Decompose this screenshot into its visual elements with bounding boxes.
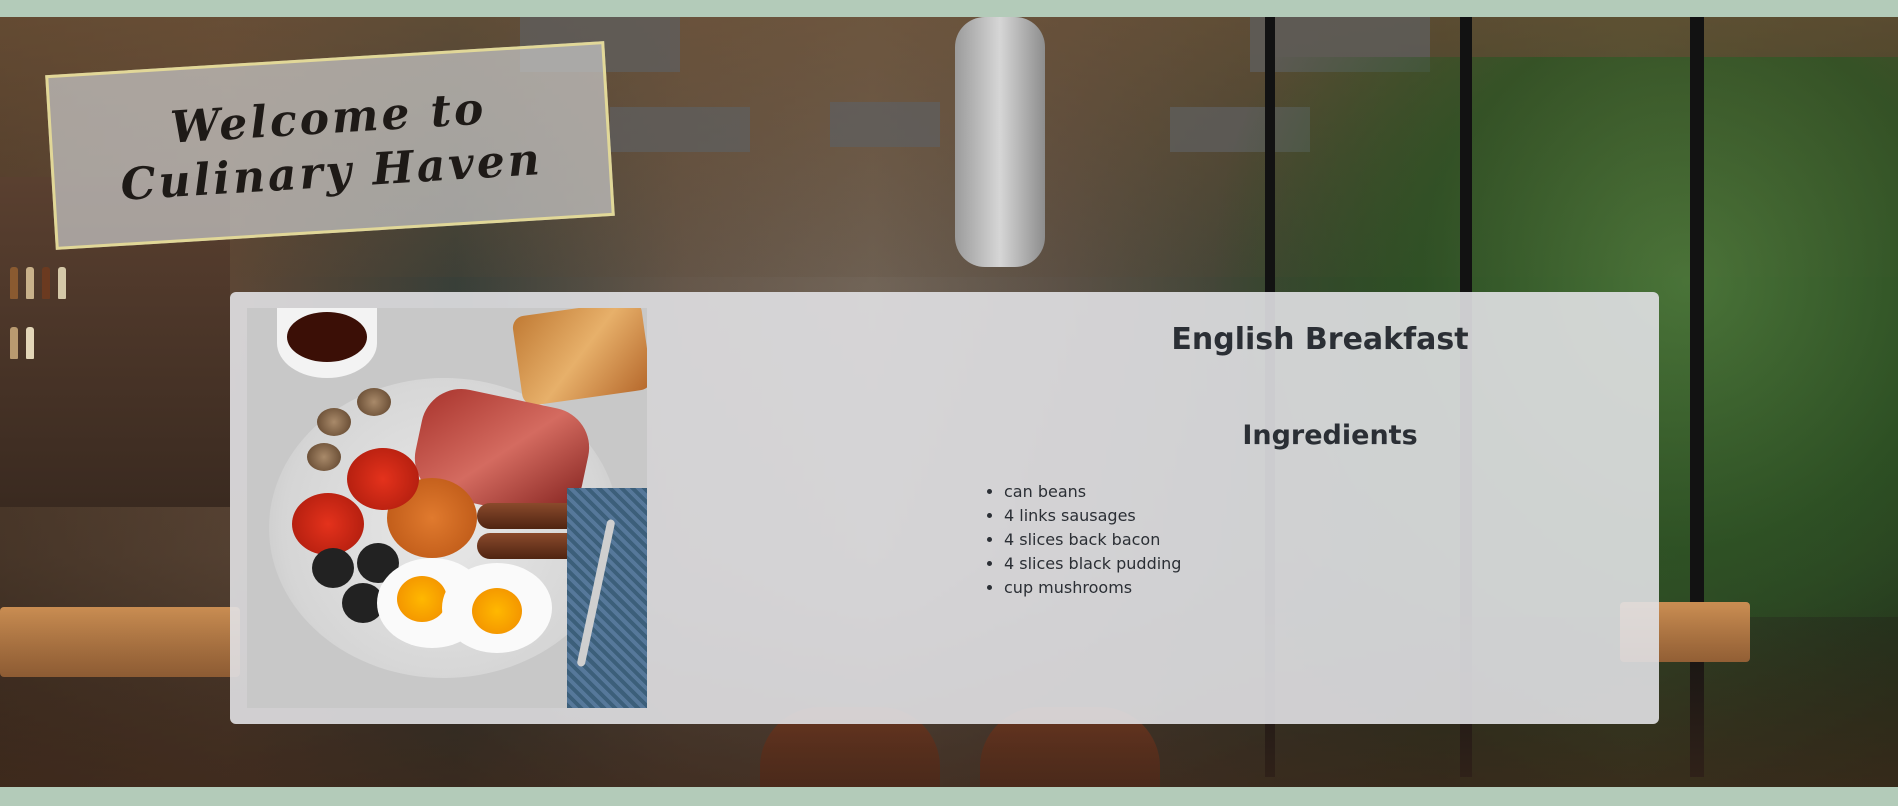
- bottle: [26, 267, 34, 299]
- black-pudding-shape: [312, 548, 354, 588]
- ingredient-item: 4 links sausages: [1004, 504, 1181, 528]
- welcome-banner: Welcome to Culinary Haven: [45, 41, 615, 250]
- tea-shape: [287, 312, 367, 362]
- recipe-title: English Breakfast: [1171, 322, 1469, 357]
- recipe-card: English Breakfast Ingredients can beans …: [230, 292, 1659, 724]
- ingredient-item: 4 slices back bacon: [1004, 528, 1181, 552]
- acoustic-panel: [830, 102, 940, 147]
- ingredient-item: 4 slices black pudding: [1004, 552, 1181, 576]
- acoustic-panel: [610, 107, 750, 152]
- yolk-shape: [472, 588, 522, 634]
- ingredient-item: can beans: [1004, 480, 1181, 504]
- ingredient-item: cup mushrooms: [1004, 576, 1181, 600]
- tomato-shape: [292, 493, 364, 555]
- mushroom-shape: [317, 408, 351, 436]
- mushroom-shape: [307, 443, 341, 471]
- bottle: [10, 327, 18, 359]
- bottle: [10, 267, 18, 299]
- ingredients-list: can beans 4 links sausages 4 slices back…: [984, 480, 1181, 600]
- ingredients-heading: Ingredients: [1242, 420, 1418, 451]
- breakfast-photo: [247, 308, 647, 708]
- ceiling-duct: [955, 17, 1045, 267]
- yolk-shape: [397, 576, 447, 622]
- bottle: [42, 267, 50, 299]
- welcome-title: Welcome to Culinary Haven: [119, 82, 545, 211]
- toast-shape: [511, 308, 647, 407]
- bottle: [26, 327, 34, 359]
- mushroom-shape: [357, 388, 391, 416]
- bottle: [58, 267, 66, 299]
- tomato-shape: [347, 448, 419, 510]
- recipe-details: English Breakfast Ingredients can beans …: [720, 292, 1640, 724]
